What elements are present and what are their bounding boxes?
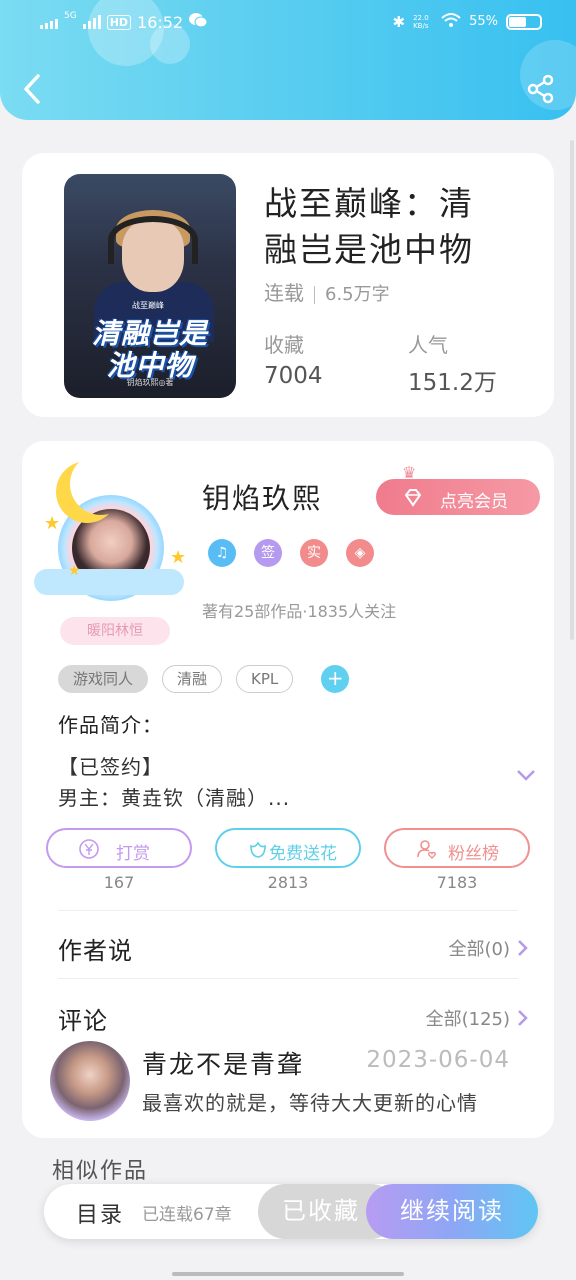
header: 5G HD 16:52 ✱ 22.0 KB/s 55% [0,0,576,120]
vip-button-label: 点亮会员 [440,492,508,512]
flower-count: 2813 [267,873,309,892]
avatar-tag: 暖阳林恒 [60,617,170,645]
share-icon [527,74,554,104]
favorites-label: 收藏 [264,333,304,357]
add-tag-button[interactable]: + [321,665,350,693]
hd-badge: HD [106,14,132,30]
comment-date: 2023-06-04 [366,1047,510,1073]
comment-text[interactable]: 最喜欢的就是，等待大大更新的心情 [142,1087,478,1116]
chevron-down-icon [517,770,535,781]
network-label: 5G [64,11,77,21]
send-flower-label: 免费送花 [269,844,337,864]
word-count: 6.5万字 [325,284,390,305]
crown-icon: ♛ [402,463,417,482]
author-says-title: 作者说 [58,937,133,965]
comments-all-label: 全部(125) [425,1009,510,1030]
tag-chip[interactable]: 游戏同人 [58,665,149,693]
toc-button[interactable]: 目录 [76,1197,124,1229]
diamond-icon [404,489,422,507]
author-detail-card: ★ ★ ★ 暖阳林恒 钥焰玖熙 ♛ 点亮会员 ♫ 签 实 ◈ 著有25部作品·1… [22,441,554,1138]
intro-line: 男主：黄垚钦（清融）... [58,786,291,810]
works-info: 著有25部作品·1835人关注 [202,602,397,621]
cover-tag: 战至巅峰 [132,301,164,310]
author-avatar[interactable]: ★ ★ ★ 暖阳林恒 [30,451,190,645]
divider [58,910,518,911]
intro-title: 作品简介： [58,713,163,737]
fan-ranking-label: 粉丝榜 [448,844,499,864]
battery-icon [506,13,542,30]
user-heart-icon [417,840,437,859]
signal-icon [40,15,58,29]
continue-reading-button[interactable]: 继续阅读 [366,1184,538,1239]
scrollbar[interactable] [570,140,574,640]
author-says-all-link[interactable]: 全部(0) [449,935,529,961]
comments-title: 评论 [58,1007,108,1035]
battery-percent: 55% [469,14,498,29]
music-badge-icon[interactable]: ♫ [208,539,236,567]
vip-button[interactable]: ♛ 点亮会员 [376,463,540,515]
signal-icon [82,15,101,29]
tag-list: 游戏同人 清融 KPL + [58,665,350,693]
cover-author: 钥焰玖熙◎著 [126,378,174,387]
commenter-avatar[interactable] [50,1041,130,1121]
bluetooth-icon: ✱ [392,12,406,31]
star-icon: ★ [68,563,81,579]
moon-icon [70,453,132,515]
commenter-name[interactable]: 青龙不是青聋 [142,1045,304,1081]
back-button[interactable] [20,72,44,106]
bottom-bar: 目录 已连载67章 已收藏 继续阅读 [44,1184,538,1239]
author-name[interactable]: 钥焰玖熙 [202,477,322,517]
signed-badge-icon[interactable]: 签 [254,539,282,567]
book-title: 战至巅峰：清融岂是池中物 [264,184,474,269]
intro-line: 【已签约】 [58,755,163,779]
tag-chip[interactable]: 清融 [162,665,223,693]
star-icon: ★ [44,513,61,534]
wifi-icon [441,12,461,31]
tip-button-label: 打赏 [116,844,150,864]
comments-all-link[interactable]: 全部(125) [426,1005,528,1031]
clock: 16:52 [137,12,184,32]
favorites-count: 7004 [264,363,323,389]
tip-button[interactable]: 打赏 [46,828,192,868]
verified-badge-icon[interactable]: 实 [300,539,328,567]
popularity-label: 人气 [408,333,448,357]
share-button[interactable] [526,74,556,104]
flower-icon [250,841,266,858]
popularity-count: 151.2万 [408,370,497,396]
chapter-count[interactable]: 已连载67章 [142,1200,232,1225]
author-badges: ♫ 签 实 ◈ [208,539,374,567]
chevron-right-icon [518,1010,528,1026]
fan-count: 7183 [436,873,478,892]
fan-ranking-button[interactable]: 粉丝榜 [384,828,530,868]
tag-chip[interactable]: KPL [236,665,294,693]
book-info-card: 战至巅峰 清融岂是 池中物 钥焰玖熙◎著 战至巅峰：清融岂是池中物 连载 6.5万… [22,153,554,417]
divider [58,978,518,979]
network-speed: 22.0 KB/s [413,13,429,30]
book-cover[interactable]: 战至巅峰 清融岂是 池中物 钥焰玖熙◎著 [64,174,236,398]
status-bar: 5G HD 16:52 ✱ 22.0 KB/s 55% [0,8,576,36]
author-says-all-label: 全部(0) [448,939,511,960]
star-icon: ★ [170,547,187,568]
book-status: 连载 6.5万字 [264,277,390,306]
chevron-right-icon [518,940,528,956]
tip-count: 167 [103,873,135,892]
diamond-badge-icon[interactable]: ◈ [346,539,374,567]
similar-works-title: 相似作品 [52,1159,149,1184]
yen-coin-icon [79,839,99,859]
expand-intro-button[interactable] [516,767,536,781]
send-flower-button[interactable]: 免费送花 [215,828,361,868]
home-indicator[interactable] [172,1272,404,1276]
wechat-icon [189,12,208,32]
serial-status: 连载 [264,281,304,305]
